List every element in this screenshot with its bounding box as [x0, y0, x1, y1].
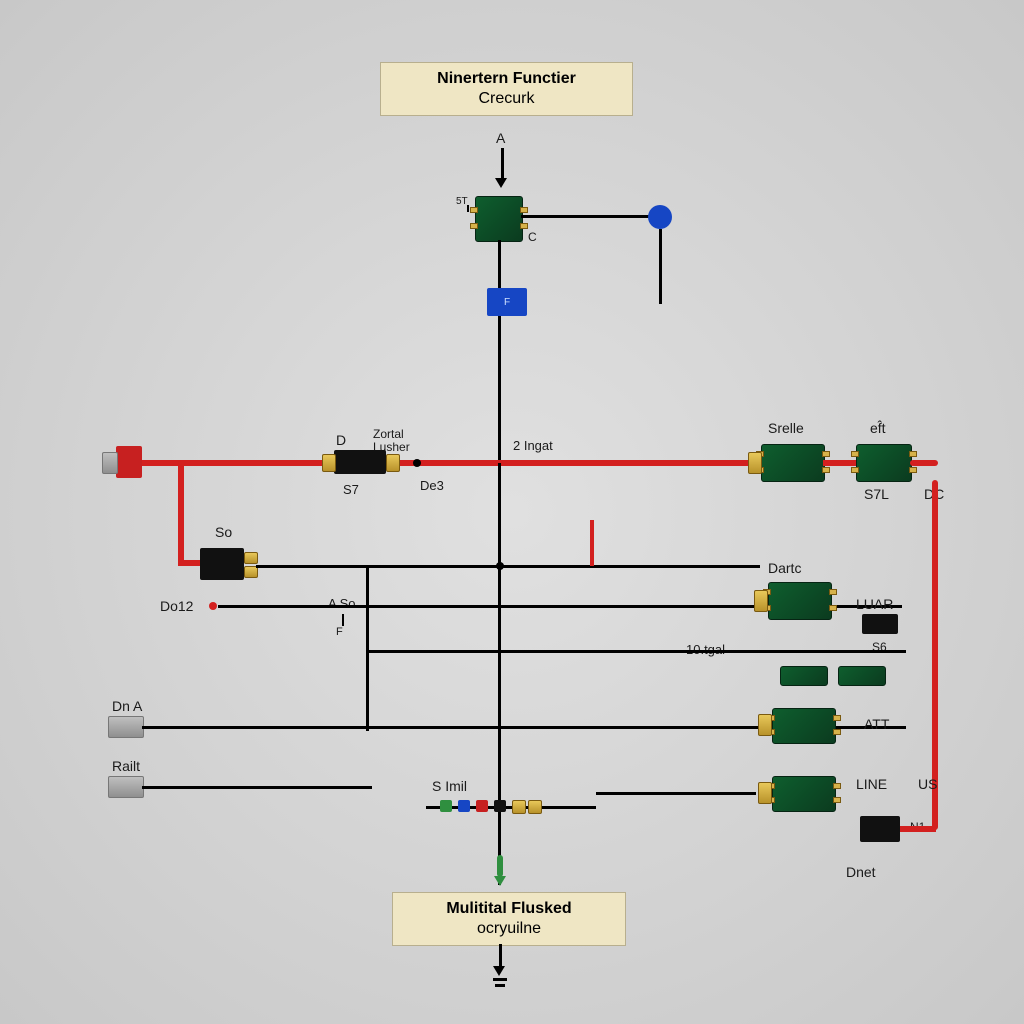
black-luar: [862, 614, 898, 634]
wire-h-650: [366, 650, 906, 653]
wire-mid-h1: [366, 565, 760, 568]
wire-so-out: [256, 565, 366, 568]
label-simil: S Imil: [432, 778, 467, 794]
chip-att: [772, 708, 836, 744]
gold-so-1: [244, 552, 258, 564]
wire-h-railt: [142, 786, 372, 789]
chip-sm2: [838, 666, 886, 686]
comp-red: [476, 800, 488, 812]
block-f: F: [487, 288, 527, 316]
label-dartc: Dartc: [768, 560, 801, 576]
comp-black: [494, 800, 506, 812]
tick-aso: [342, 614, 344, 626]
label-d-upper: D: [336, 432, 346, 448]
node-mid: [496, 562, 504, 570]
comp-green: [440, 800, 452, 812]
red-so-h: [178, 560, 200, 566]
gold-left-bus: [322, 454, 336, 472]
title-top-line1: Ninertern Functier: [399, 69, 614, 89]
black-n1: [860, 816, 900, 842]
tail-bar1: [493, 978, 507, 981]
wire-trunk-lower: [498, 463, 501, 885]
label-so: So: [215, 524, 232, 540]
grey-dna: [108, 716, 144, 738]
black-block-bus: [334, 450, 386, 474]
title-box-top: Ninertern Functier Crecurk: [380, 62, 633, 116]
red-conn-left: [116, 446, 142, 478]
label-aso: A So: [328, 596, 355, 611]
red-link-r1: [823, 460, 856, 466]
red-so-v: [178, 465, 184, 560]
label-ingat: 2 Ingat: [513, 438, 553, 453]
label-srelle: Srelle: [768, 420, 804, 436]
wire-chip-bluedot: [521, 215, 656, 218]
chip-line: [772, 776, 836, 812]
label-dnet: Dnet: [846, 864, 876, 880]
chip-r1: [761, 444, 825, 482]
black-so: [200, 548, 244, 580]
label-st: 5T: [456, 196, 468, 207]
title-bottom-line2: ocryuilne: [411, 919, 607, 939]
red-drop-top: [910, 460, 938, 466]
grey-railt: [108, 776, 144, 798]
label-railt: Railt: [112, 758, 140, 774]
label-us: US: [918, 776, 937, 792]
gold-dartc: [754, 590, 768, 612]
arrow-green: [494, 876, 506, 886]
red-probe-1: [590, 520, 594, 566]
wire-to-line: [596, 792, 756, 795]
label-luar: LUAR: [856, 596, 893, 612]
node-do12: [209, 602, 217, 610]
blue-dot: [648, 205, 672, 229]
chip-r1b: [856, 444, 912, 482]
title-top-line2: Crecurk: [399, 89, 614, 109]
gold-r1: [748, 452, 762, 474]
red-bus-main: [126, 460, 766, 466]
node-de3: [413, 459, 421, 467]
label-s7l: S7L: [864, 486, 889, 502]
wire-v-366: [366, 565, 369, 731]
label-f2: F: [336, 626, 343, 638]
comp-gold2: [528, 800, 542, 814]
title-box-bottom: Mulitital Flusked ocryuilne: [392, 892, 626, 946]
chip-top: [475, 196, 523, 242]
arrow-a: [495, 178, 507, 188]
wire-bottom-tail: [499, 944, 502, 968]
label-line: LINE: [856, 776, 887, 792]
gold-right-bus: [386, 454, 400, 472]
label-eft: ef̂t: [870, 420, 886, 436]
label-dna: Dn A: [112, 698, 142, 714]
green-stem: [497, 855, 503, 877]
wire-a-down: [501, 148, 504, 178]
wire-bluedot-down: [659, 229, 662, 304]
chip-dartc: [768, 582, 832, 620]
comp-blue: [458, 800, 470, 812]
tail-bar2: [495, 984, 505, 987]
label-c: C: [528, 230, 537, 244]
red-n1: [900, 826, 936, 832]
label-do12: Do12: [160, 598, 193, 614]
label-f: F: [504, 297, 510, 308]
label-de3: De3: [420, 478, 444, 493]
gold-att: [758, 714, 772, 736]
label-att: ATT: [864, 716, 889, 732]
circuit-diagram: { "titleTop1": "Ninertern Functier", "ti…: [0, 0, 1024, 1024]
chip-sm1: [780, 666, 828, 686]
gold-line: [758, 782, 772, 804]
grey-conn-left: [102, 452, 118, 474]
arrow-bottom: [493, 966, 505, 976]
label-a: A: [496, 130, 505, 146]
comp-gold: [512, 800, 526, 814]
title-bottom-line1: Mulitital Flusked: [411, 899, 607, 919]
label-s7: S7: [343, 482, 359, 497]
wire-trunk-top: [498, 240, 501, 460]
